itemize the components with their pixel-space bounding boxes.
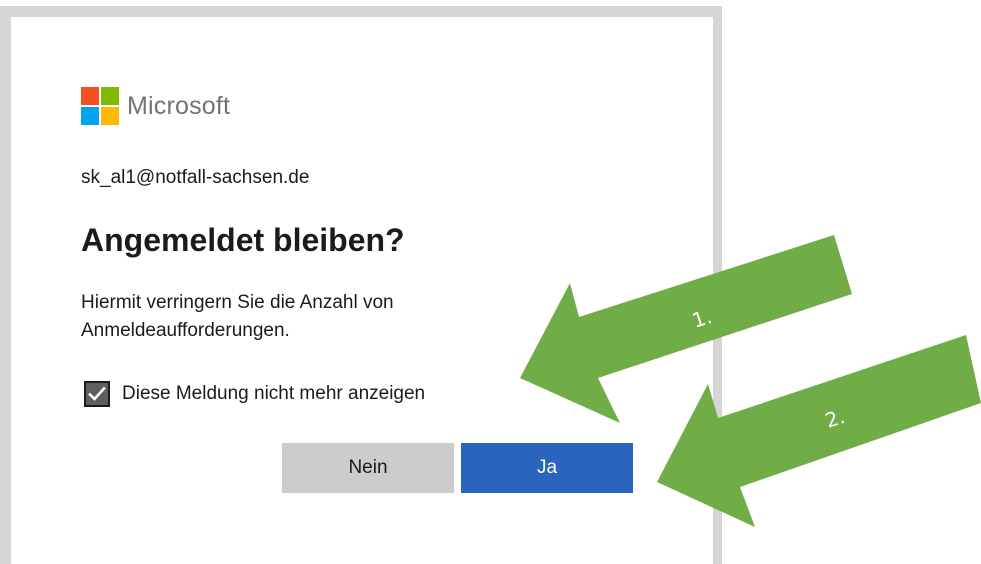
page-title: Angemeldet bleiben? xyxy=(81,222,405,258)
checkbox-label: Diese Meldung nicht mehr anzeigen xyxy=(122,383,426,404)
logo-text: Microsoft xyxy=(127,91,231,120)
no-button[interactable]: Nein xyxy=(282,443,454,493)
description-text: Hiermit verringern Sie die Anzahl von An… xyxy=(81,292,394,341)
arrow-2-label: 2. xyxy=(822,404,848,433)
microsoft-logo-icon xyxy=(81,87,119,125)
dialog-frame: Microsoft sk_al1@notfall-sachsen.de Ange… xyxy=(0,6,722,564)
microsoft-logo: Microsoft xyxy=(81,85,230,127)
checkbox-checked-icon[interactable] xyxy=(84,381,110,407)
dont-show-again-checkbox[interactable]: Diese Meldung nicht mehr anzeigen xyxy=(84,381,425,407)
yes-button[interactable]: Ja xyxy=(461,443,633,493)
account-email: sk_al1@notfall-sachsen.de xyxy=(81,167,310,188)
